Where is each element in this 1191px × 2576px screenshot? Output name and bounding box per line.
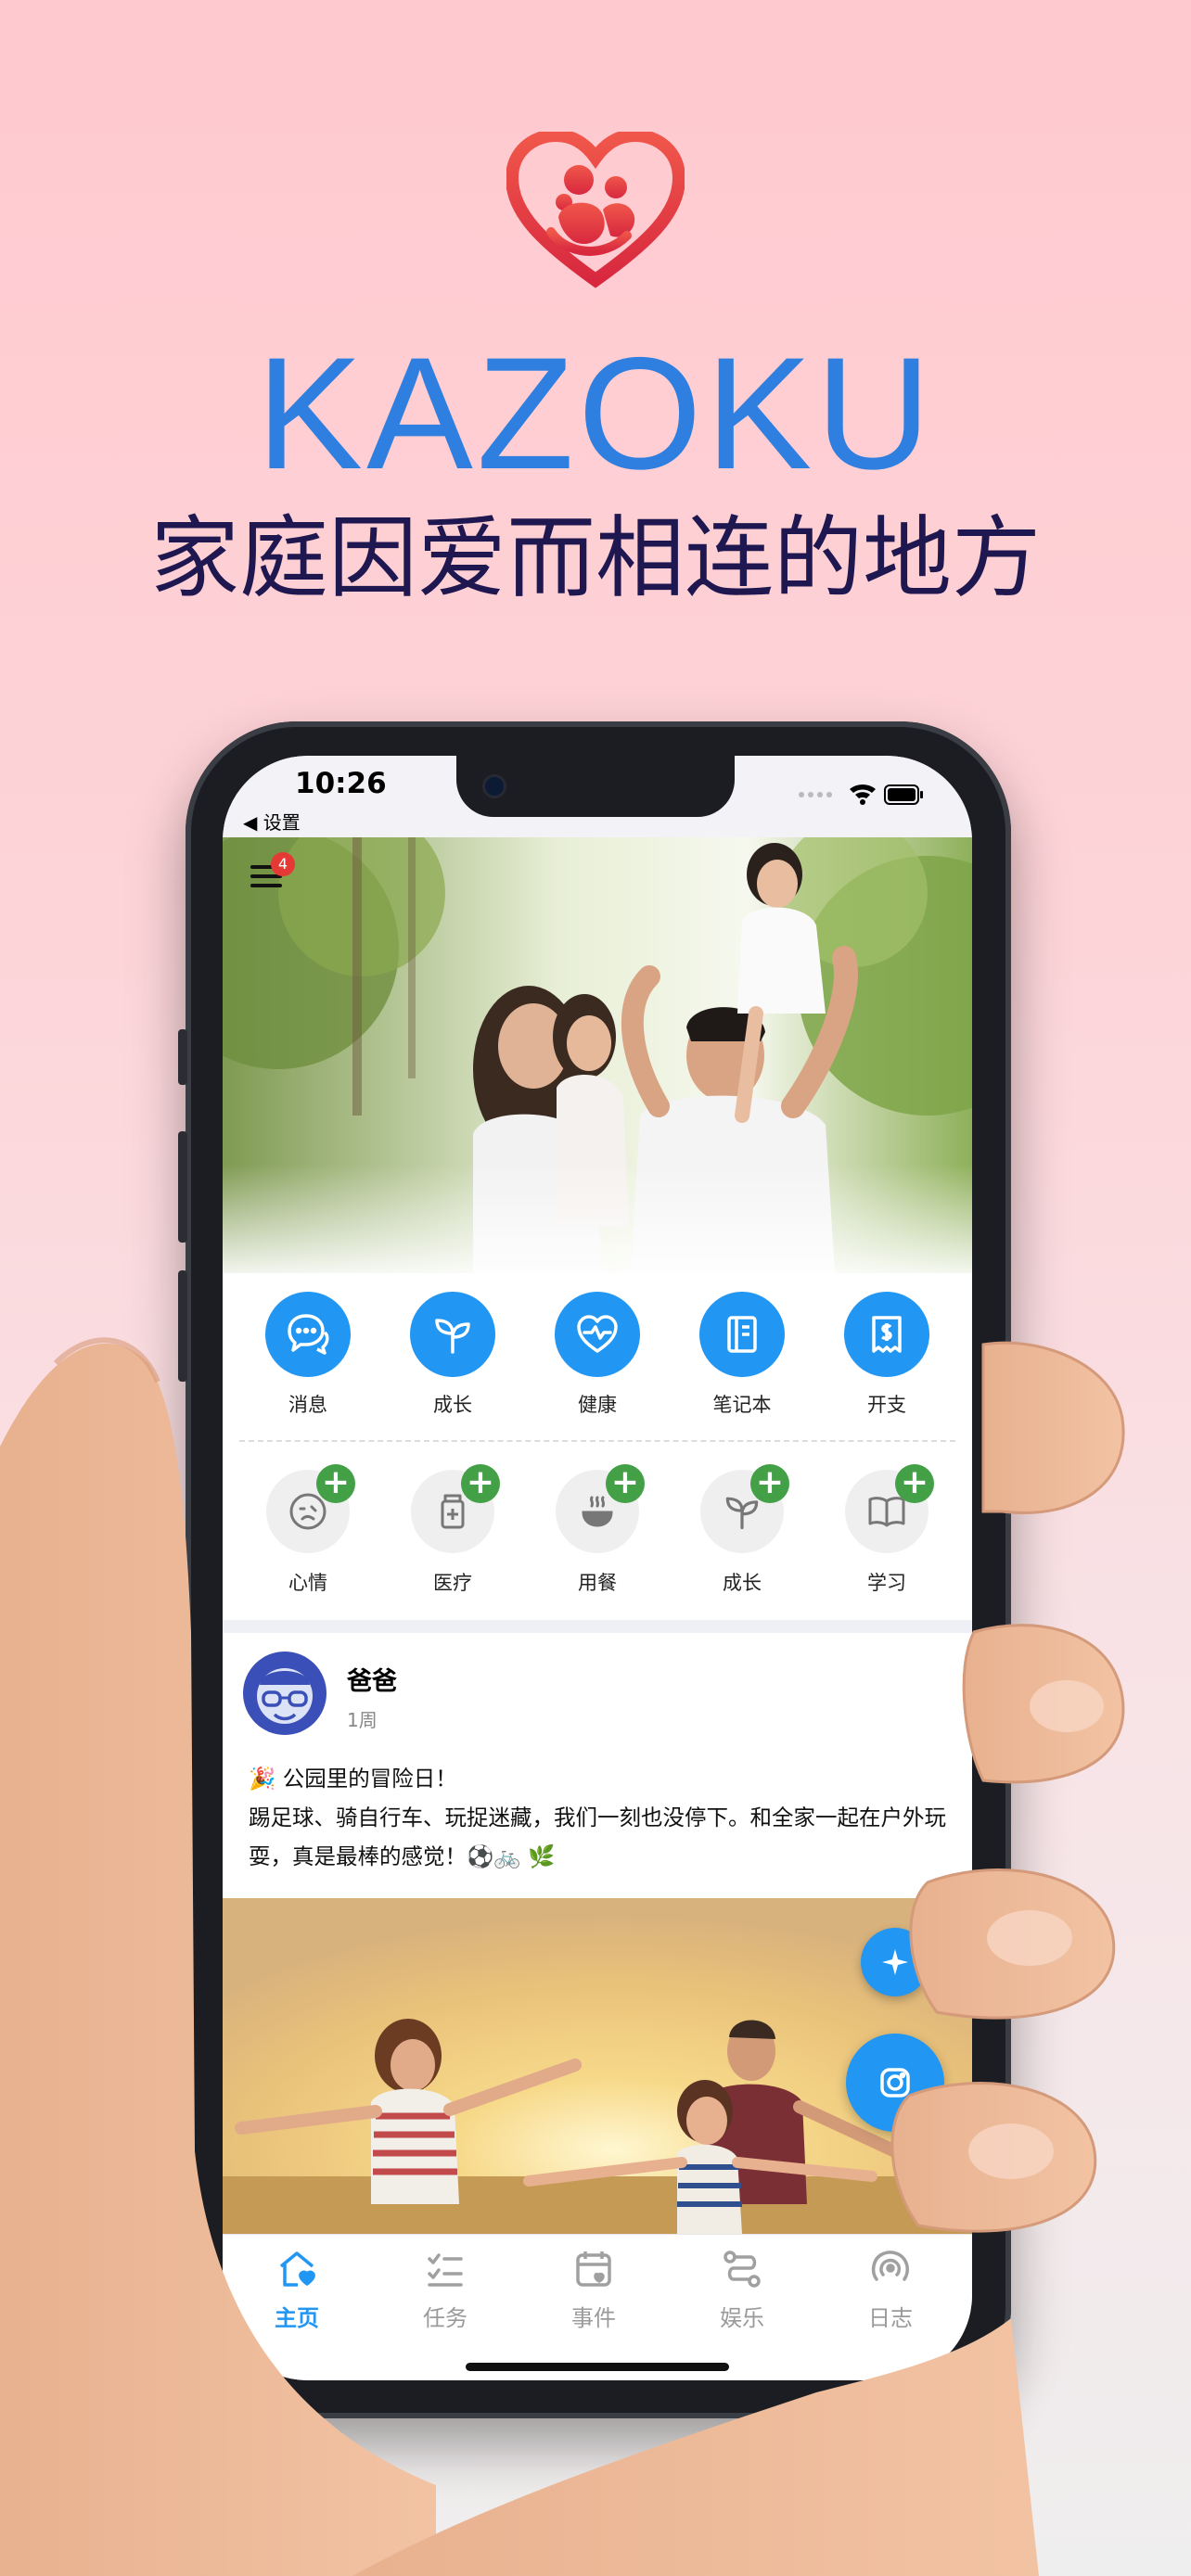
feature-health[interactable]: 健康 [532,1292,662,1418]
tab-label: 娱乐 [720,2305,764,2331]
quick-add-growth[interactable]: + 成长 [677,1464,807,1596]
calendar-icon [576,2251,611,2287]
post-title: 🎉 公园里的冒险日！ [249,1766,457,1792]
feature-grid: 消息 成长 健康 笔记本 开支 [223,1273,972,1442]
ai-sparkle-button[interactable] [861,1928,929,1996]
quick-add-grid: + 心情 + 医疗 + 用餐 + 成长 + 学习 [223,1444,972,1620]
add-study-button[interactable]: + [895,1464,934,1503]
tab-label: 主页 [275,2305,319,2331]
section-separator [223,1620,972,1633]
add-growth-button[interactable]: + [750,1464,789,1503]
quick-add-label: 心情 [288,1572,327,1594]
feature-label: 成长 [433,1394,472,1416]
bottom-tab-bar: 主页 任务 事件 娱乐 日志 [223,2234,972,2380]
heart-pulse-icon [555,1292,640,1377]
quick-add-label: 用餐 [578,1572,617,1594]
chat-bubbles-icon [265,1292,351,1377]
phone-volume-up-button [178,1131,187,1243]
wifi-icon [850,784,876,805]
quick-add-study[interactable]: + 学习 [822,1464,952,1596]
phone-screen: 10:26 ◀ 设置 4 消息 成长 健康 笔记本 开支 + 心情 + 医疗 +… [223,756,972,2380]
status-icons [796,778,926,813]
sprout-icon: + [700,1464,789,1553]
slogan: 家庭因爱而相连的地方 [150,506,1041,610]
camera-icon [880,2068,910,2098]
feed-post: 爸爸 1周 🎉 公园里的冒险日！ 踢足球、骑自行车、玩捉迷藏，我们一刻也没停下。… [223,1633,972,2234]
feature-label: 开支 [867,1394,906,1416]
tab-tasks[interactable]: 任务 [390,2246,501,2332]
signal-icon [799,792,832,797]
status-time: 10:26 [295,767,387,800]
meal-bowl-icon: + [556,1464,645,1553]
battery-icon [884,784,923,805]
open-book-icon: + [845,1464,934,1553]
home-indicator [466,2363,729,2371]
feature-messages[interactable]: 消息 [243,1292,373,1418]
tab-label: 日志 [868,2305,913,2331]
add-mood-button[interactable]: + [316,1464,355,1503]
mood-face-icon: + [266,1464,355,1553]
divider [239,1440,955,1442]
brand-title: KAZOKU [256,325,935,503]
post-body: 踢足球、骑自行车、玩捉迷藏，我们一刻也没停下。和全家一起在户外玩耍，真是最棒的感… [249,1804,946,1869]
quick-add-label: 学习 [867,1572,906,1594]
feature-label: 消息 [288,1394,327,1416]
phone-mute-button [178,1029,187,1085]
checklist-icon [428,2253,463,2287]
quick-add-medical[interactable]: + 医疗 [388,1464,518,1596]
post-author[interactable]: 爸爸 [347,1661,397,1697]
avatar[interactable] [243,1651,327,1735]
medicine-icon: + [411,1464,500,1553]
front-camera [482,774,506,798]
quick-add-meal[interactable]: + 用餐 [532,1464,662,1596]
add-meal-button[interactable]: + [606,1464,645,1503]
feature-growth[interactable]: 成长 [388,1292,518,1418]
receipt-dollar-icon [844,1292,929,1377]
route-icon [724,2251,761,2288]
status-bar: 10:26 ◀ 设置 [223,756,972,837]
post-time: 1周 [347,1709,378,1731]
tab-entertainment[interactable]: 娱乐 [686,2246,798,2332]
notebook-icon [699,1292,785,1377]
heart-family-icon [506,132,685,288]
feature-label: 笔记本 [712,1394,772,1416]
quick-add-label: 成长 [723,1572,762,1594]
tab-events[interactable]: 事件 [538,2246,649,2332]
tab-label: 事件 [571,2305,616,2331]
feature-expenses[interactable]: 开支 [822,1292,952,1418]
tab-home[interactable]: 主页 [241,2246,352,2332]
quick-add-mood[interactable]: + 心情 [243,1464,373,1596]
feature-label: 健康 [578,1394,617,1416]
sprout-icon [410,1292,495,1377]
back-to-settings-link[interactable]: ◀ 设置 [243,808,301,835]
sparkle-icon [882,1949,908,1975]
notch [456,756,735,817]
broadcast-icon [871,2251,909,2281]
post-text: 🎉 公园里的冒险日！ 踢足球、骑自行车、玩捉迷藏，我们一刻也没停下。和全家一起在… [249,1759,954,1876]
notification-badge: 4 [271,852,295,876]
quick-add-label: 医疗 [433,1572,472,1594]
feature-notebook[interactable]: 笔记本 [677,1292,807,1418]
home-heart-icon [279,2251,315,2287]
add-medical-button[interactable]: + [461,1464,500,1503]
camera-button[interactable] [846,2034,944,2132]
tab-label: 任务 [423,2305,467,2331]
phone-volume-down-button [178,1270,187,1382]
tab-log[interactable]: 日志 [835,2246,946,2332]
family-cover-photo: 4 [223,837,972,1273]
